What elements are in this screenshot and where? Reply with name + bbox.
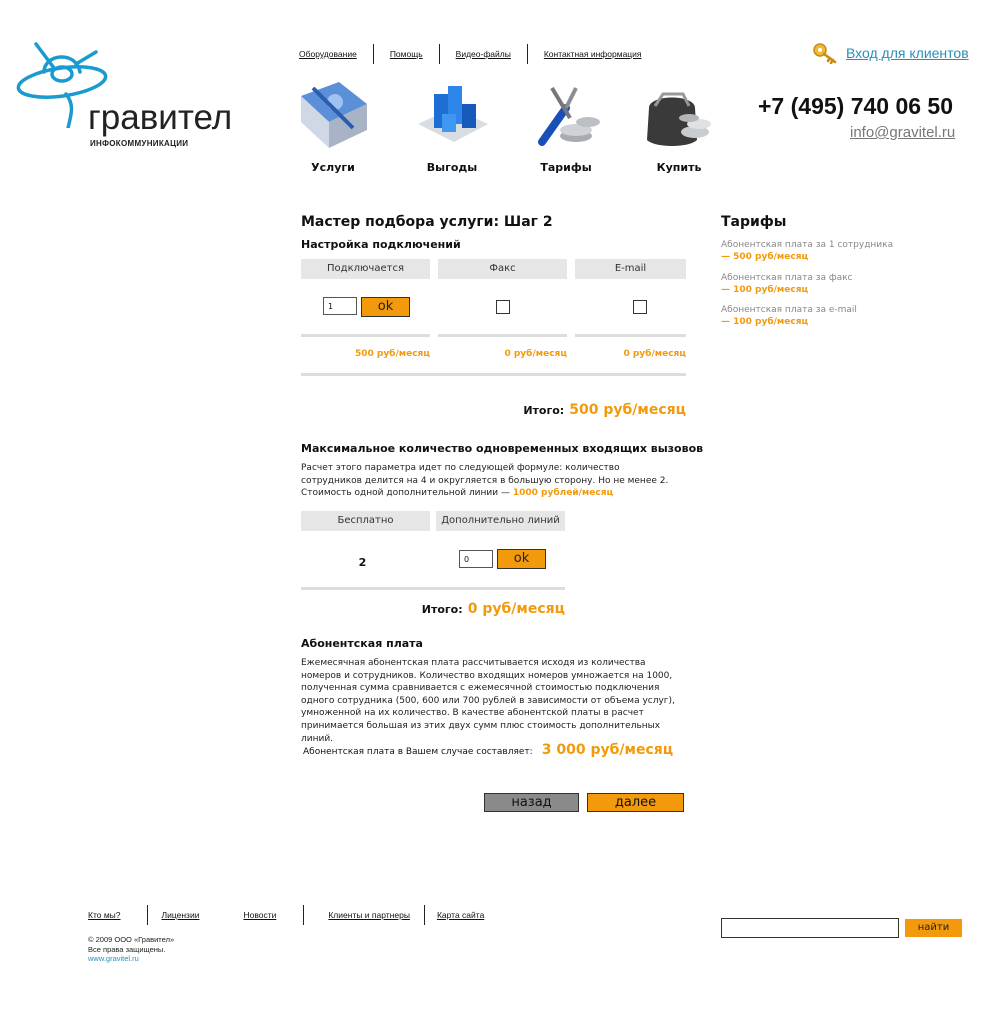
- ok-button[interactable]: ok: [497, 549, 546, 569]
- fee-heading: Абонентская плата: [301, 637, 423, 650]
- menu-label: Выгоды: [426, 161, 478, 174]
- menu-benefits[interactable]: Выгоды: [402, 78, 502, 174]
- free-lines-value: 2: [358, 556, 367, 569]
- wizard-title: Мастер подбора услуги: Шаг 2: [301, 214, 553, 230]
- total-label: Итого:: [421, 603, 463, 616]
- menu-tariffs[interactable]: Тарифы: [516, 78, 616, 174]
- nav-equipment[interactable]: Оборудование: [299, 49, 357, 59]
- site-link[interactable]: www.gravitel.ru: [88, 954, 139, 963]
- tariff-label: Абонентская плата за 1 сотрудника: [721, 240, 894, 250]
- tariff-item: Абонентская плата за e-mail — 100 руб/ме…: [721, 304, 857, 328]
- fee-result: Абонентская плата в Вашем случае составл…: [303, 739, 673, 758]
- fax-checkbox[interactable]: [496, 300, 510, 314]
- nav-separator: [438, 44, 440, 64]
- col-header-email: E-mail: [575, 259, 686, 279]
- key-icon: [813, 43, 837, 64]
- search-button[interactable]: найти: [905, 919, 962, 937]
- wallet-icon: [647, 92, 711, 146]
- client-login[interactable]: Вход для клиентов: [812, 42, 969, 64]
- fee-result-label: Абонентская плата в Вашем случае составл…: [303, 747, 533, 757]
- footer-link-news[interactable]: Новости: [243, 910, 276, 920]
- col-header-connects: Подключается: [301, 259, 430, 279]
- footer-link-clients[interactable]: Клиенты и партнеры: [328, 910, 410, 920]
- tariff-item: Абонентская плата за 1 сотрудника — 500 …: [721, 239, 893, 263]
- employees-count-input[interactable]: 1: [323, 297, 357, 315]
- bar-blocks-icon: [418, 86, 488, 142]
- menu-label: Услуги: [311, 161, 355, 174]
- next-button[interactable]: далее: [587, 793, 684, 812]
- back-button[interactable]: назад: [484, 793, 579, 812]
- menu-buy[interactable]: Купить: [629, 78, 729, 174]
- phone-number: +7 (495) 740 06 50: [758, 93, 954, 119]
- menu-label: Купить: [656, 161, 702, 174]
- footer-link-licenses[interactable]: Лицензии: [162, 910, 200, 920]
- rights-text: Все права защищены.: [88, 944, 166, 954]
- divider: [301, 334, 430, 337]
- search-input[interactable]: [721, 918, 899, 938]
- fee-description: Ежемесячная абонентская плата рассчитыва…: [301, 658, 675, 744]
- copyright: © 2009 ООО «Гравител» Все права защищены…: [88, 935, 174, 964]
- book-icon: [301, 82, 367, 148]
- calls-total: Итого: 0 руб/месяц: [380, 598, 565, 617]
- top-nav: Оборудование Помощь Видео-файлы Контактн…: [299, 44, 642, 64]
- price-connects: 500 руб/месяц: [354, 349, 430, 359]
- col-header-free: Бесплатно: [301, 511, 430, 531]
- nav-separator: [372, 44, 374, 64]
- col-header-extra: Дополнительно линий: [436, 511, 565, 531]
- nav-separator: [146, 905, 148, 925]
- divider: [438, 334, 567, 337]
- connections-heading: Настройка подключений: [301, 238, 461, 251]
- menu-services[interactable]: Услуги: [283, 78, 383, 174]
- nav-separator: [526, 44, 528, 64]
- tariff-price: — 100 руб/месяц: [721, 285, 809, 295]
- nav-separator: [303, 905, 305, 925]
- line-price: 1000 рублей/месяц: [512, 488, 614, 499]
- footer-link-sitemap[interactable]: Карта сайта: [437, 910, 484, 920]
- total-label: Итого:: [523, 404, 565, 417]
- footer-nav: Кто мы? Лицензии Новости Клиенты и партн…: [88, 905, 484, 925]
- ok-button[interactable]: ok: [361, 297, 410, 317]
- total-value: 500 руб/месяц: [569, 402, 686, 418]
- divider: [301, 587, 565, 590]
- nav-help[interactable]: Помощь: [390, 49, 423, 59]
- col-header-fax: Факс: [438, 259, 567, 279]
- copyright-text: © 2009 ООО «Гравител»: [88, 935, 175, 944]
- tools-coins-icon: [538, 86, 600, 146]
- divider: [301, 373, 686, 376]
- fee-result-value: 3 000 руб/месяц: [541, 742, 674, 758]
- divider: [575, 334, 686, 337]
- nav-contacts[interactable]: Контактная информация: [544, 49, 642, 59]
- tariff-label: Абонентская плата за факс: [721, 273, 853, 283]
- login-link[interactable]: Вход для клиентов: [846, 45, 969, 61]
- tariff-item: Абонентская плата за факс — 100 руб/меся…: [721, 272, 852, 296]
- price-fax: 0 руб/месяц: [504, 349, 567, 359]
- tariff-label: Абонентская плата за e-mail: [721, 305, 857, 315]
- logo-tagline: ИНФОКОММУНИКАЦИИ: [90, 139, 189, 148]
- tariffs-heading: Тарифы: [721, 214, 787, 230]
- email-link[interactable]: info@gravitel.ru: [850, 124, 955, 141]
- tariff-price: — 100 руб/месяц: [721, 317, 809, 327]
- calls-text: Расчет этого параметра идет по следующей…: [301, 463, 669, 499]
- tariff-price: — 500 руб/месяц: [721, 252, 809, 262]
- menu-label: Тарифы: [540, 161, 592, 174]
- nav-video[interactable]: Видео-файлы: [456, 49, 511, 59]
- extra-lines-input[interactable]: 0: [459, 550, 493, 568]
- calls-description: Расчет этого параметра идет по следующей…: [301, 462, 681, 500]
- footer-link-about[interactable]: Кто мы?: [88, 910, 121, 920]
- email-checkbox[interactable]: [633, 300, 647, 314]
- logo-name: гравител: [88, 98, 233, 137]
- nav-separator: [423, 905, 425, 925]
- connections-total: Итого: 500 руб/месяц: [480, 399, 686, 418]
- price-email: 0 руб/месяц: [623, 349, 686, 359]
- total-value: 0 руб/месяц: [467, 601, 565, 617]
- calls-heading: Максимальное количество одновременных вх…: [301, 442, 704, 455]
